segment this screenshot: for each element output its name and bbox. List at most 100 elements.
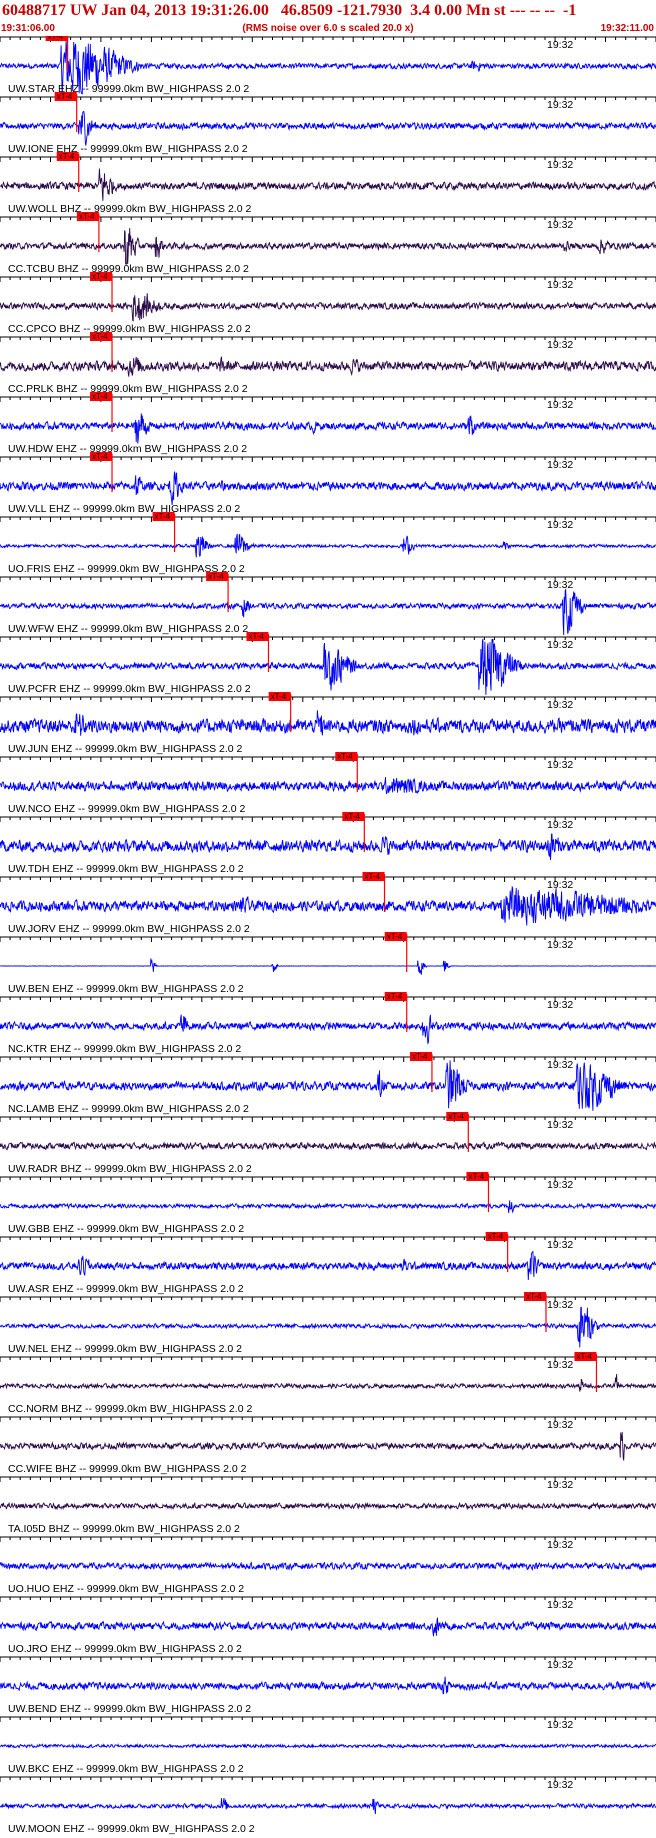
minute-label: 19:32 (547, 759, 573, 771)
station-label: UW.WOLL BHZ -- 99999.0km BW_HIGHPASS 2.0… (8, 203, 251, 215)
minute-label: 19:32 (547, 1479, 573, 1491)
waveform (0, 1374, 656, 1392)
trace-row: 19:32 xT-4 NC.KTR EHZ -- 99999.0km BW_HIGH… (0, 992, 656, 1055)
minute-label: 19:32 (547, 939, 573, 951)
station-label: TA.I05D BHZ -- 99999.0km BW_HIGHPASS 2.0… (8, 1523, 240, 1535)
waveform (0, 1014, 656, 1045)
pick-label: xT-4 (92, 332, 108, 341)
pick-label: xT-4 (448, 1112, 464, 1121)
station-label: UW.MOON EHZ -- 99999.0km BW_HIGHPASS 2.0… (8, 1823, 255, 1835)
minute-label: 19:32 (547, 699, 573, 711)
station-label: UW.NEL EHZ -- 99999.0km BW_HIGHPASS 2.0 … (8, 1343, 242, 1355)
waveform (0, 710, 656, 736)
waveform (0, 1306, 656, 1348)
waveform (0, 1141, 656, 1151)
minute-label: 19:32 (547, 159, 573, 171)
waveform (0, 1676, 656, 1695)
minute-label: 19:32 (547, 879, 573, 891)
rms-note: (RMS noise over 6.0 s scaled 20.0 x) (242, 23, 414, 34)
station-label: CC.PRLK BHZ -- 99999.0km BW_HIGHPASS 2.0… (8, 383, 248, 395)
waveform (0, 1797, 656, 1815)
trace-row: 19:32 xT-4 NC.LAMB EHZ -- 99999.0km BW_HIG… (0, 1052, 656, 1115)
minute-label: 19:32 (547, 459, 573, 471)
trace-row: 19:32 TA.I05D BHZ -- 99999.0km BW_HIGHPAS… (0, 1476, 656, 1535)
station-label: UO.HUO EHZ -- 99999.0km BW_HIGHPASS 2.0 … (8, 1583, 244, 1595)
station-label: UW.IONE EHZ -- 99999.0km BW_HIGHPASS 2.0… (8, 143, 248, 155)
waveform (0, 777, 656, 795)
station-label: UW.BEND EHZ -- 99999.0km BW_HIGHPASS 2.0… (8, 1703, 251, 1715)
trace-row: 19:32 xT-4 UW.ASR EHZ -- 99999.0km BW_HIGH… (0, 1232, 656, 1295)
waveform (0, 111, 656, 146)
station-label: UW.STAR EHZ -- 99999.0km BW_HIGHPASS 2.0… (8, 83, 249, 95)
pick-label: xT-4 (387, 992, 403, 1001)
waveform (0, 471, 656, 506)
minute-label: 19:32 (547, 99, 573, 111)
trace-row: 19:32 xT-4 CC.PRLK BHZ -- 99999.0km BW_HIG… (0, 332, 656, 395)
trace-row: 19:32 xT-4 UW.VLL EHZ -- 99999.0km BW_HIGH… (0, 452, 656, 515)
waveform (0, 168, 656, 201)
trace-row: 19:32 xT-4 UW.HDW EHZ -- 99999.0km BW_HIGH… (0, 392, 656, 455)
station-label: UW.GBB EHZ -- 99999.0km BW_HIGHPASS 2.0 … (8, 1223, 244, 1235)
minute-label: 19:32 (547, 1179, 573, 1191)
minute-label: 19:32 (547, 1419, 573, 1431)
pick-label: xT-4 (387, 932, 403, 941)
trace-row: 19:32xT-4 CC.NORM BHZ -- 99999.0km BW_HIG… (0, 1352, 656, 1415)
trace-row: 19:32 xT-4 UW.STAR EHZ -- 99999.0km BW_HIG… (0, 36, 656, 95)
minute-label: 19:32 (547, 999, 573, 1011)
waveform (0, 958, 656, 975)
pick-label: xT-4 (271, 692, 287, 701)
pick-label: xT-4 (468, 1172, 484, 1181)
trace-row: 19:32 xT-4 UW.NEL EHZ -- 99999.0km BW_HIGH… (0, 1292, 656, 1355)
trace-row: 19:32 CC.WIFE BHZ -- 99999.0km BW_HIGHPAS… (0, 1416, 656, 1475)
pick-label: xT-4 (526, 1292, 542, 1301)
pick-label: xT-4 (248, 632, 264, 641)
station-label: UW.TDH EHZ -- 99999.0km BW_HIGHPASS 2.0 … (8, 863, 244, 875)
waveform (0, 1431, 656, 1461)
minute-label: 19:32 (547, 1779, 573, 1791)
minute-label: 19:32 (547, 1659, 573, 1671)
minute-label: 19:32 (547, 339, 573, 351)
trace-row: 19:32 xT-4 UW.PCFR EHZ -- 99999.0km BW_HIG… (0, 632, 656, 695)
trace-row: 19:32 UO.HUO EHZ -- 99999.0km BW_HIGHPASS… (0, 1536, 656, 1595)
waveform (0, 1561, 656, 1572)
waveform (0, 1200, 656, 1214)
minute-label: 19:32 (547, 1359, 573, 1371)
station-label: UW.HDW EHZ -- 99999.0km BW_HIGHPASS 2.0 … (8, 443, 247, 455)
minute-label: 19:32 (547, 519, 573, 531)
station-label: UW.JORV EHZ -- 99999.0km BW_HIGHPASS 2.0… (8, 923, 250, 935)
station-label: UW.VLL EHZ -- 99999.0km BW_HIGHPASS 2.0 … (8, 503, 240, 515)
seismogram-plot: 19:32xT-4UW.STAR EHZ -- 99999.0km BW_HIG… (0, 36, 656, 1835)
pick-label: xT-4 (155, 512, 171, 521)
trace-row: 19:32 xT-4 UW.TDH EHZ -- 99999.0km BW_HIGH… (0, 812, 656, 875)
trace-row: 19:32 xT-4 UW.WOLL BHZ -- 99999.0km BW_HIG… (0, 152, 656, 215)
waveform (0, 885, 656, 926)
trace-row: 19:32 UO.JRO EHZ -- 99999.0km BW_HIGHPASS… (0, 1596, 656, 1655)
station-label: CC.CPCO BHZ -- 99999.0km BW_HIGHPASS 2.0… (8, 323, 251, 335)
trace-row: 19:32 xT-4 UW.BEN EHZ -- 99999.0km BW_HIGH… (0, 932, 656, 995)
trace-row: 19:32 xT-4 UW.NCO EHZ -- 99999.0km BW_HIGH… (0, 752, 656, 815)
minute-label: 19:32 (547, 1119, 573, 1131)
station-label: CC.NORM BHZ -- 99999.0km BW_HIGHPASS 2.0… (8, 1403, 252, 1415)
trace-row: 19:32 xT-4 UW.GBB EHZ -- 99999.0km BW_HIGH… (0, 1172, 656, 1235)
waveform (0, 1250, 656, 1281)
station-label: NC.LAMB EHZ -- 99999.0km BW_HIGHPASS 2.0… (8, 1103, 249, 1115)
pick-label: xT-4 (92, 272, 108, 281)
minute-label: 19:32 (547, 1059, 573, 1071)
minute-label: 19:32 (547, 819, 573, 831)
trace-row: 19:32 UW.MOON EHZ -- 99999.0km BW_HIGHPAS… (0, 1776, 656, 1835)
pick-label: xT-4 (92, 392, 108, 401)
pick-label: xT-4 (488, 1232, 504, 1241)
pick-label: xT-4 (57, 92, 73, 101)
trace-row: 19:32 xT-4 UW.RADR BHZ -- 99999.0km BW_HIG… (0, 1112, 656, 1175)
pick-label: xT-4 (412, 1052, 428, 1061)
minute-label: 19:32 (547, 1239, 573, 1251)
minute-label: 19:32 (547, 399, 573, 411)
end-time: 19:32:11.00 (600, 23, 654, 34)
pick-label: xT-4 (79, 212, 95, 221)
station-label: CC.WIFE BHZ -- 99999.0km BW_HIGHPASS 2.0… (8, 1463, 247, 1475)
trace-row: 19:32 xT-4 UW.JUN EHZ -- 99999.0km BW_HIGH… (0, 692, 656, 755)
trace-row: 19:32xT-4UO.FRIS EHZ -- 99999.0km BW_HIG… (0, 512, 656, 575)
station-label: CC.TCBU BHZ -- 99999.0km BW_HIGHPASS 2.0… (8, 263, 249, 275)
trace-row: 19:32 xT-4 UW.IONE EHZ -- 99999.0km BW_HIG… (0, 92, 656, 155)
pick-label: xT-4 (576, 1352, 592, 1361)
